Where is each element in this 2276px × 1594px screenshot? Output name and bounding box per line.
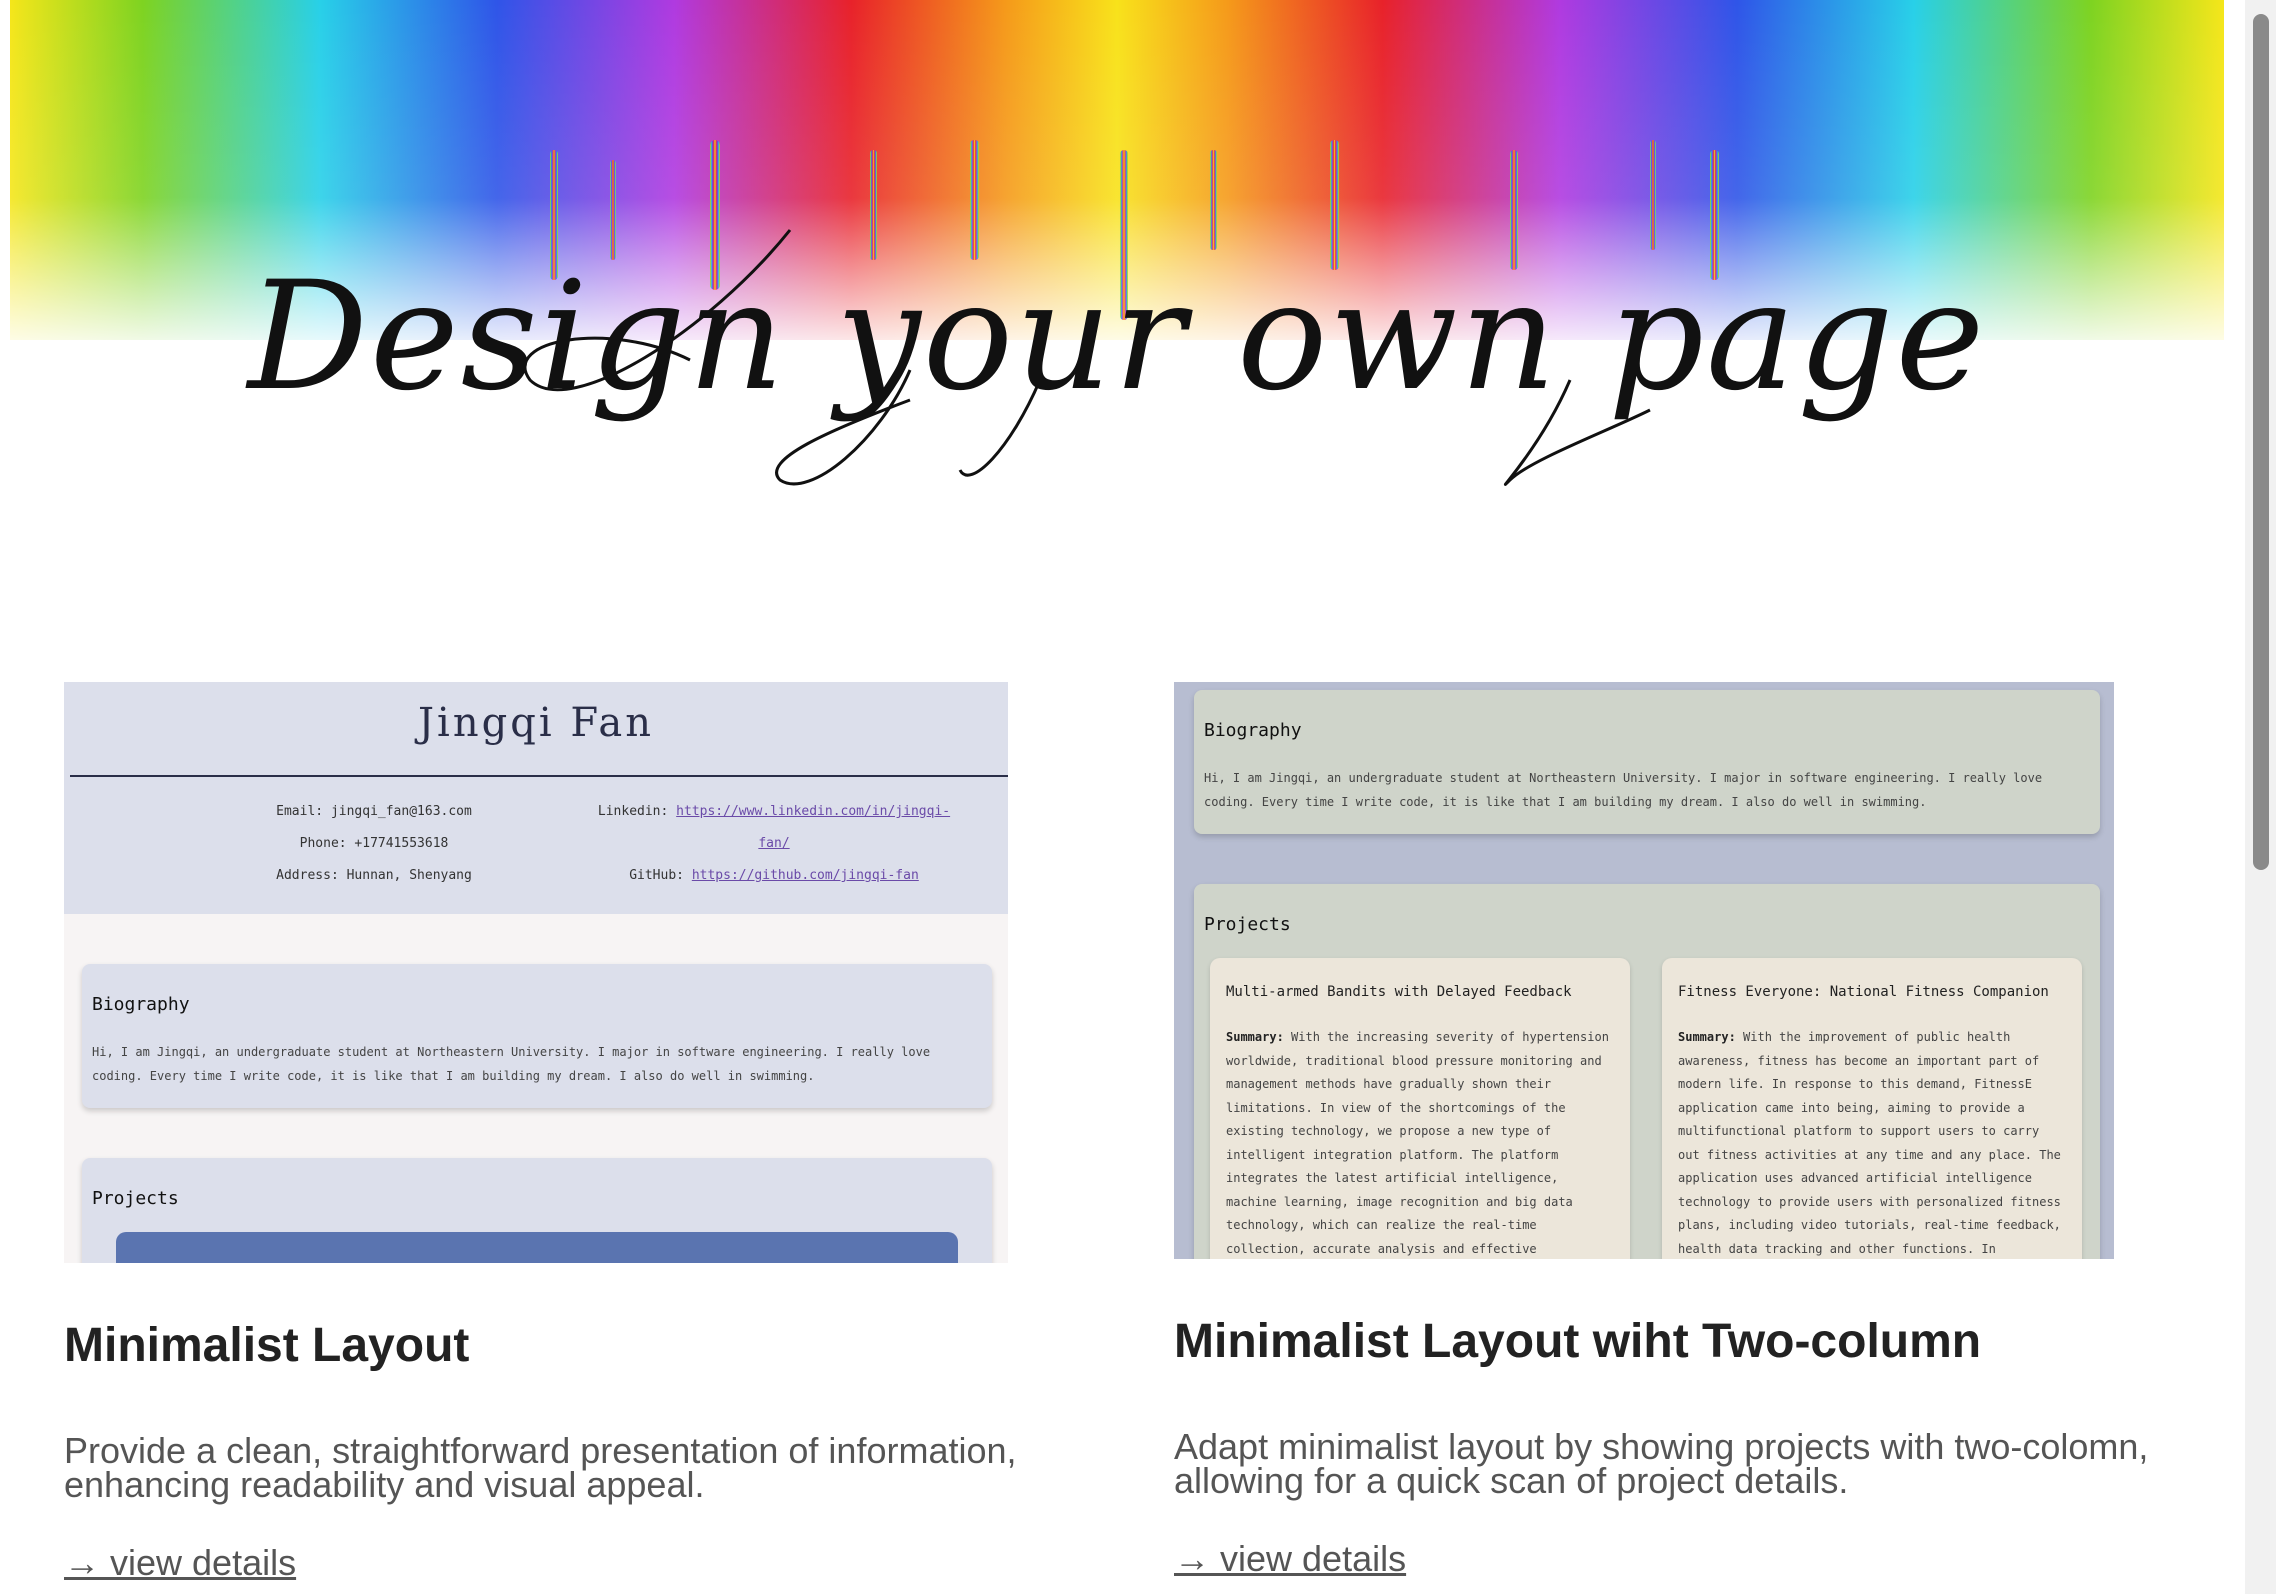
biography-section: Biography Hi, I am Jingqi, an undergradu…	[1194, 690, 2100, 834]
template-preview[interactable]: Jingqi Fan Email: jingqi_fan@163.com Pho…	[64, 682, 1008, 1263]
summary-label: Summary:	[1678, 1030, 1736, 1044]
vertical-scrollbar[interactable]	[2245, 0, 2276, 1594]
scrollbar-thumb[interactable]	[2253, 14, 2269, 870]
project-title: Multi-armed Bandits with Delayed Feedbac…	[1226, 984, 1572, 1000]
contact-column-left: Email: jingqi_fan@163.com Phone: +177415…	[204, 796, 544, 892]
banner: Design your own page	[10, 0, 2224, 560]
template-card-minimalist: Jingqi Fan Email: jingqi_fan@163.com Pho…	[64, 682, 1017, 1583]
contact-github: GitHub: https://github.com/jingqi-fan	[584, 860, 964, 892]
template-card-two-column: Biography Hi, I am Jingqi, an undergradu…	[1174, 682, 2214, 1579]
biography-text-line-1: Hi, I am Jingqi, an undergraduate studen…	[1204, 771, 2043, 785]
contact-linkedin: Linkedin: https://www.linkedin.com/in/ji…	[584, 796, 964, 860]
projects-title: Projects	[92, 1188, 179, 1209]
contact-address: Address: Hunnan, Shenyang	[276, 868, 472, 883]
project-card: Multi-armed Bandits with Delayed Feedbac…	[1210, 958, 1630, 1259]
card-title: Minimalist Layout wiht Two-column	[1174, 1315, 1982, 1368]
project-card: Fitness Everyone: National Fitness Compa…	[1662, 958, 2082, 1259]
contact-column-right: Linkedin: https://www.linkedin.com/in/ji…	[584, 796, 964, 892]
biography-text-line-2: coding. Every time I write code, it is l…	[92, 1069, 815, 1083]
summary-text: With the improvement of public health aw…	[1678, 1030, 2061, 1256]
divider	[70, 775, 1008, 777]
biography-text-line-1: Hi, I am Jingqi, an undergraduate studen…	[92, 1045, 931, 1059]
contact-phone: Phone: +17741553618	[299, 836, 449, 851]
summary-text: With the increasing severity of hyperten…	[1226, 1030, 1609, 1256]
github-label: GitHub:	[629, 868, 684, 883]
github-link[interactable]: https://github.com/jingqi-fan	[692, 868, 919, 883]
card-description: Provide a clean, straightforward present…	[64, 1430, 1017, 1505]
linkedin-link[interactable]: https://www.linkedin.com/in/jingqi-fan/	[676, 804, 950, 851]
banner-title: Design your own page	[247, 250, 1987, 424]
summary-label: Summary:	[1226, 1030, 1284, 1044]
project-title: Fitness Everyone: National Fitness Compa…	[1678, 984, 2049, 1000]
projects-title: Projects	[1204, 914, 1291, 935]
biography-title: Biography	[1204, 720, 1302, 741]
contact-email: Email: jingqi_fan@163.com	[276, 804, 472, 819]
biography-title: Biography	[92, 994, 190, 1015]
biography-section: Biography Hi, I am Jingqi, an undergradu…	[82, 964, 992, 1108]
card-description: Adapt minimalist layout by showing proje…	[1174, 1426, 2149, 1501]
resume-header: Jingqi Fan Email: jingqi_fan@163.com Pho…	[64, 682, 1008, 914]
biography-text-line-2: coding. Every time I write code, it is l…	[1204, 795, 1927, 809]
resume-name: Jingqi Fan	[418, 700, 654, 746]
projects-section: Projects Multi-armed Bandits with Delaye…	[1194, 884, 2100, 1259]
project-summary: Summary: With the improvement of public …	[1678, 1026, 2068, 1259]
card-title: Minimalist Layout	[64, 1319, 470, 1372]
view-details-link[interactable]: → view details	[1174, 1538, 1406, 1580]
page: Design your own page Jingqi Fan Email: j…	[0, 0, 2245, 1594]
view-details-link[interactable]: → view details	[64, 1542, 296, 1584]
project-item	[116, 1232, 958, 1263]
project-summary: Summary: With the increasing severity of…	[1226, 1026, 1616, 1259]
projects-section: Projects	[82, 1158, 992, 1263]
template-preview[interactable]: Biography Hi, I am Jingqi, an undergradu…	[1174, 682, 2114, 1259]
linkedin-label: Linkedin:	[597, 804, 669, 819]
